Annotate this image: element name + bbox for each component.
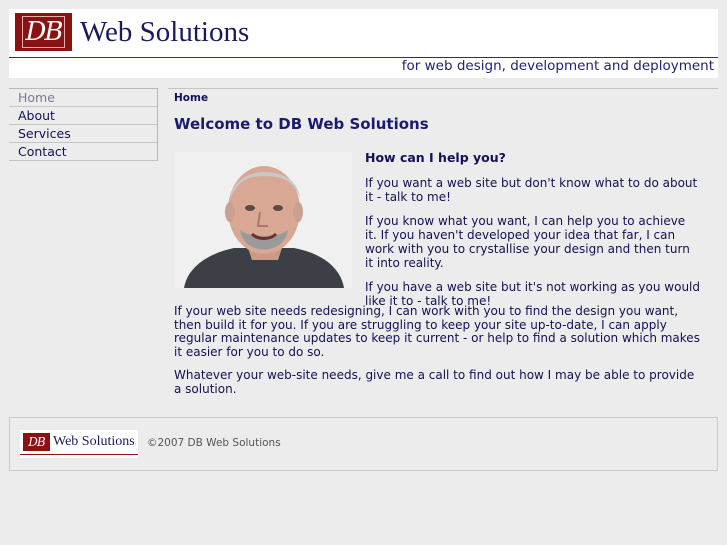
- footer-logo-monogram: DB: [23, 433, 50, 451]
- profile-photo: [174, 152, 352, 288]
- logo-monogram: DB: [21, 16, 66, 48]
- nav-item-contact[interactable]: Contact: [9, 143, 157, 161]
- body-paragraph: Whatever your web-site needs, give me a …: [174, 368, 695, 396]
- intro-paragraph: If you want a web site but don't know wh…: [365, 176, 698, 204]
- sidebar-nav: Home About Services Contact: [9, 88, 158, 161]
- nav-item-about[interactable]: About: [9, 107, 157, 125]
- site-tagline: for web design, development and deployme…: [401, 58, 714, 74]
- intro-paragraph: If you know what you want, I can help yo…: [365, 214, 690, 270]
- site-title: Web Solutions: [80, 16, 250, 48]
- site-header: DB Web Solutions for web design, develop…: [9, 9, 718, 78]
- body-column: If your web site needs redesigning, I ca…: [174, 304, 700, 406]
- nav-item-home[interactable]: Home: [9, 89, 157, 107]
- site-footer: DB Web Solutions ©2007 DB Web Solutions: [9, 417, 718, 471]
- page-title: Welcome to DB Web Solutions: [174, 115, 429, 133]
- nav-item-services[interactable]: Services: [9, 125, 157, 143]
- db-logo[interactable]: DB: [15, 13, 72, 51]
- breadcrumb[interactable]: Home: [174, 92, 208, 104]
- body-paragraph: If your web site needs redesigning, I ca…: [174, 304, 700, 359]
- content-divider: [168, 88, 718, 89]
- footer-logo[interactable]: DB Web Solutions: [20, 430, 138, 458]
- footer-logo-divider: [20, 454, 138, 455]
- footer-logo-title: Web Solutions: [53, 434, 135, 449]
- intro-column: How can I help you? If you want a web si…: [365, 151, 700, 318]
- copyright-text: ©2007 DB Web Solutions: [147, 437, 281, 449]
- help-heading: How can I help you?: [365, 150, 506, 165]
